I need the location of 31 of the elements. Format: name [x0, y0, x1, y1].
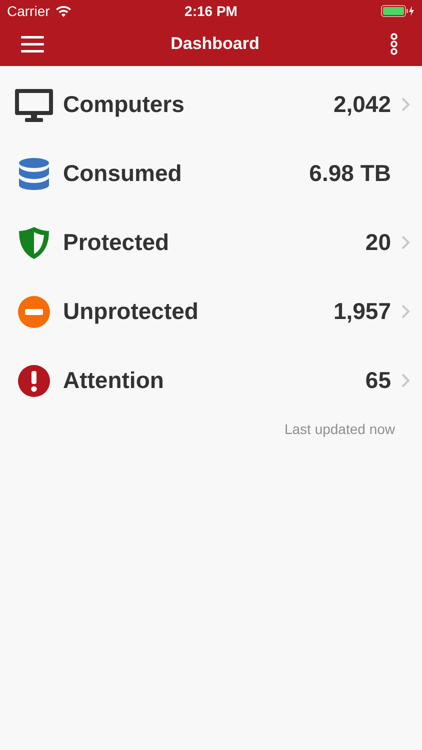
carrier-label: Carrier — [7, 2, 50, 20]
stat-label: Consumed — [63, 159, 182, 188]
more-options-icon — [390, 33, 398, 55]
monitor-icon — [15, 88, 53, 122]
wifi-icon — [56, 6, 71, 16]
stat-row[interactable]: Unprotected 1,957 — [0, 277, 422, 346]
menu-icon — [20, 36, 44, 52]
stat-row[interactable]: Computers 2,042 — [0, 70, 422, 139]
chevron-right-icon — [401, 97, 410, 112]
chevron-right-icon — [401, 373, 410, 388]
minus-circle-icon — [18, 296, 50, 328]
exclamation-circle-icon — [18, 364, 50, 396]
stat-value: 6.98 TB — [309, 159, 391, 188]
stat-label: Protected — [63, 228, 170, 258]
chevron-right-icon — [401, 304, 410, 319]
stat-value: 20 — [365, 228, 391, 258]
stat-row[interactable]: Protected 20 — [0, 208, 422, 277]
stat-label: Unprotected — [63, 297, 198, 326]
stat-value: 2,042 — [333, 90, 391, 120]
clock-time: 2:16 PM — [184, 2, 238, 20]
last-updated-text: Last updated now — [284, 420, 395, 439]
battery-icon — [381, 5, 415, 17]
stat-label: Attention — [63, 366, 164, 396]
stat-label: Computers — [63, 90, 184, 120]
database-icon — [18, 156, 50, 190]
chevron-right-icon — [401, 235, 410, 250]
stat-value: 1,957 — [333, 297, 391, 326]
shield-icon — [18, 226, 50, 260]
screen-title: Dashboard — [170, 33, 260, 56]
stat-row[interactable]: Attention 65 — [0, 346, 422, 415]
stat-value: 65 — [365, 366, 391, 396]
